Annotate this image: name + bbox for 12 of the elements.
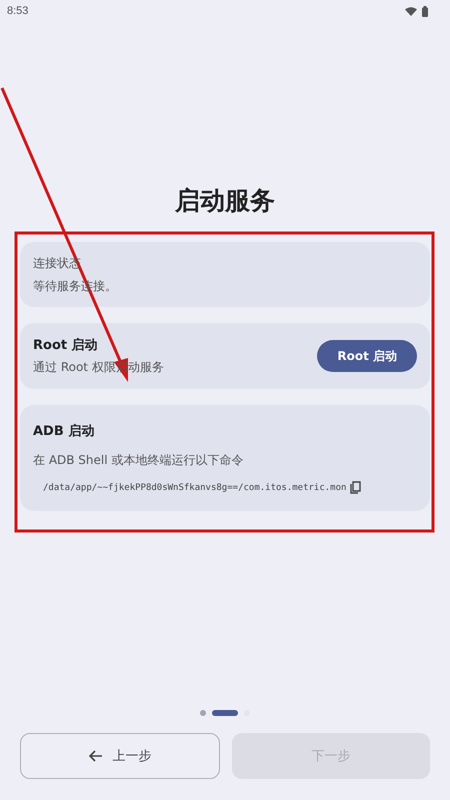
status-time: 8:53 [7, 5, 28, 17]
wifi-icon [405, 6, 417, 16]
command-text: /data/app/~~fjkekPP8d0sWnSfkanvs8g==/com.itos.metric.mon [43, 482, 346, 492]
arrow-left-icon [88, 750, 102, 762]
card-description: 在 ADB Shell 或本地终端运行以下命令 [33, 452, 244, 469]
card-title: Root 启动 [33, 336, 99, 354]
root-start-button[interactable]: Root 启动 [317, 340, 417, 372]
card-title: ADB 启动 [33, 422, 96, 440]
copy-icon[interactable] [350, 481, 362, 494]
back-button[interactable]: 上一步 [20, 733, 220, 779]
battery-icon [422, 6, 428, 16]
page-title: 启动服务 [174, 185, 276, 217]
